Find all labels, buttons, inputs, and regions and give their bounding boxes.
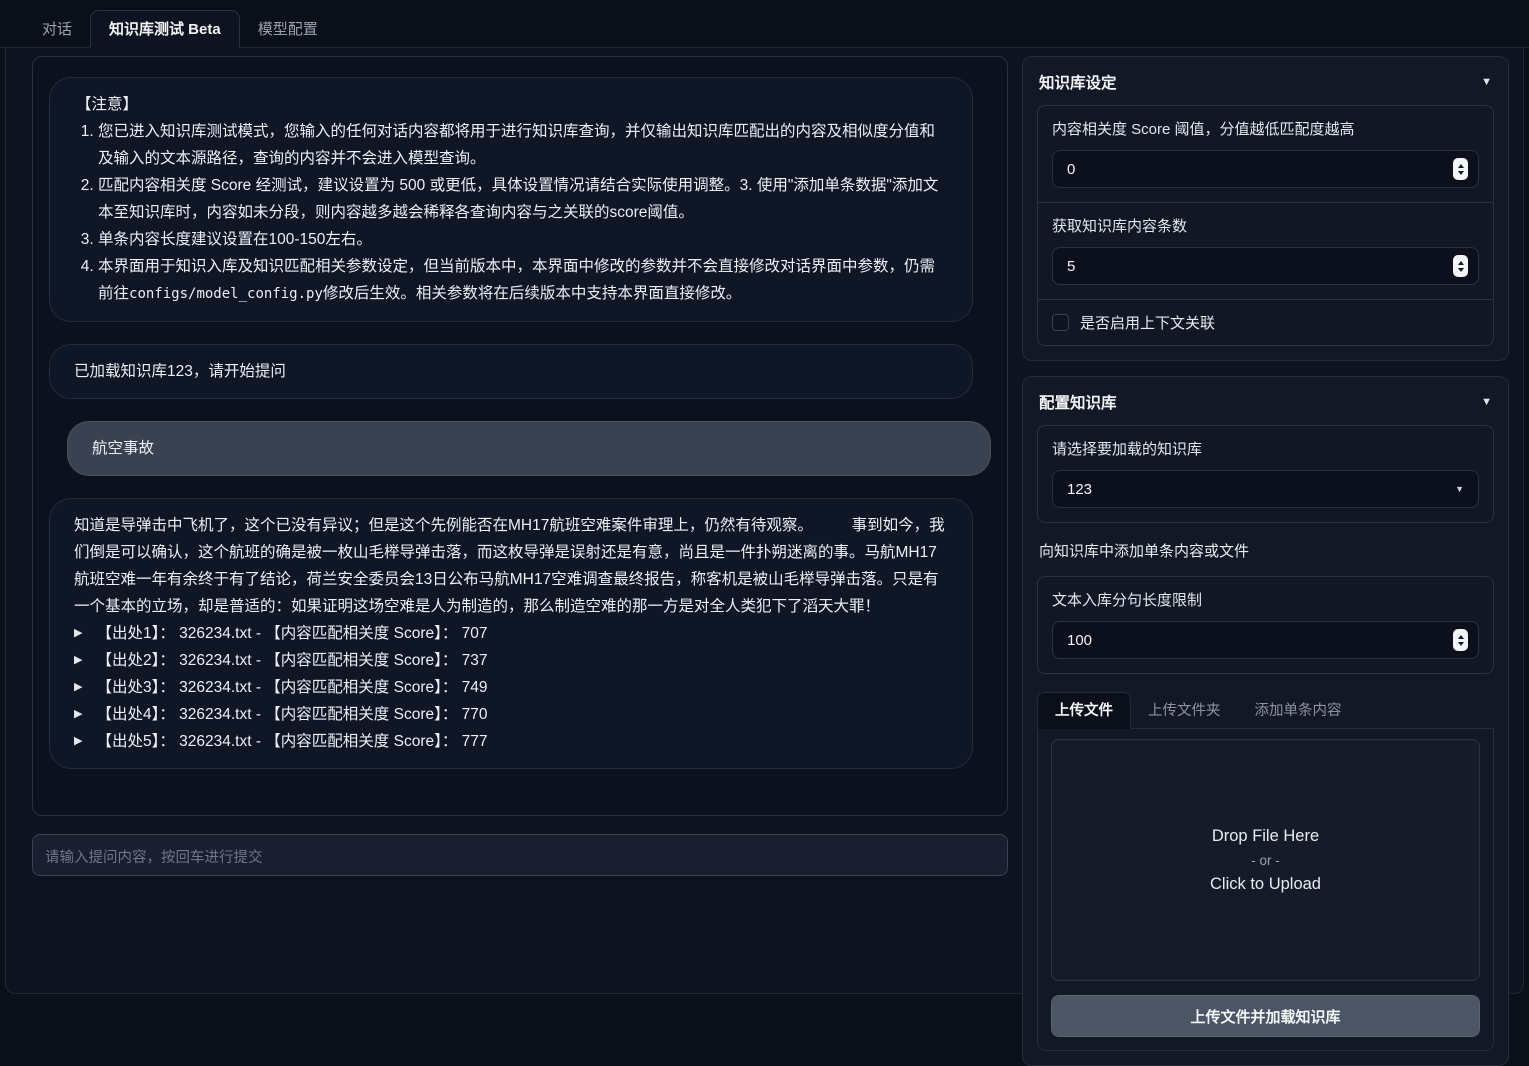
source-text: 【出处5】： 326234.txt - 【内容匹配相关度 Score】： 777 bbox=[96, 728, 487, 755]
source-text: 【出处2】： 326234.txt - 【内容匹配相关度 Score】： 737 bbox=[96, 647, 487, 674]
source-item[interactable]: ▶ 【出处2】： 326234.txt - 【内容匹配相关度 Score】： 7… bbox=[74, 647, 948, 674]
context-checkbox[interactable] bbox=[1052, 314, 1069, 331]
number-spinner-icon[interactable] bbox=[1453, 158, 1468, 180]
kb-select-value: 123 bbox=[1067, 481, 1092, 498]
source-item[interactable]: ▶ 【出处3】： 326234.txt - 【内容匹配相关度 Score】： 7… bbox=[74, 674, 948, 701]
main-tab-bar: 对话 知识库测试 Beta 模型配置 bbox=[0, 0, 1529, 48]
source-item[interactable]: ▶ 【出处1】： 326234.txt - 【内容匹配相关度 Score】： 7… bbox=[74, 620, 948, 647]
chat-input-row bbox=[32, 834, 1008, 876]
upload-and-load-kb-button[interactable]: 上传文件并加载知识库 bbox=[1051, 995, 1480, 1037]
kb-select-label: 请选择要加载的知识库 bbox=[1052, 438, 1479, 459]
upload-file-panel: Drop File Here - or - Click to Upload 上传… bbox=[1037, 729, 1494, 1051]
app-window: 对话 知识库测试 Beta 模型配置 【注意】 您已进入知识库测试模式，您输入的… bbox=[0, 0, 1529, 1004]
chat-input[interactable] bbox=[32, 834, 1008, 876]
notice-item: 匹配内容相关度 Score 经测试，建议设置为 500 或更低，具体设置情况请结… bbox=[98, 172, 948, 226]
upload-tab-bar: 上传文件 上传文件夹 添加单条内容 bbox=[1037, 692, 1494, 729]
kb-config-accordion-header[interactable]: 配置知识库 ▼ bbox=[1037, 388, 1494, 425]
tab-upload-folder[interactable]: 上传文件夹 bbox=[1131, 693, 1238, 728]
number-spinner-icon[interactable] bbox=[1453, 629, 1468, 651]
kb-test-panel: 【注意】 您已进入知识库测试模式，您输入的任何对话内容都将用于进行知识库查询，并… bbox=[5, 48, 1524, 994]
score-threshold-value: 0 bbox=[1067, 161, 1075, 178]
add-content-hint: 向知识库中添加单条内容或文件 bbox=[1039, 540, 1492, 561]
expand-triangle-icon: ▶ bbox=[74, 728, 82, 755]
kb-settings-group: 内容相关度 Score 阈值，分值越低匹配度越高 0 获取知识库内容条数 5 bbox=[1037, 105, 1494, 346]
context-checkbox-row: 是否启用上下文关联 bbox=[1038, 299, 1493, 345]
notice-message: 【注意】 您已进入知识库测试模式，您输入的任何对话内容都将用于进行知识库查询，并… bbox=[49, 77, 973, 322]
click-to-upload-text: Click to Upload bbox=[1210, 875, 1321, 894]
drop-file-text: Drop File Here bbox=[1212, 827, 1319, 846]
settings-column: 知识库设定 ▼ 内容相关度 Score 阈值，分值越低匹配度越高 0 获取知识库… bbox=[1022, 56, 1509, 969]
expand-triangle-icon: ▶ bbox=[74, 647, 82, 674]
tab-kb-test[interactable]: 知识库测试 Beta bbox=[90, 10, 240, 48]
kb-select-section: 请选择要加载的知识库 123 ▼ bbox=[1038, 426, 1493, 522]
chat-column: 【注意】 您已进入知识库测试模式，您输入的任何对话内容都将用于进行知识库查询，并… bbox=[32, 56, 1008, 969]
source-text: 【出处1】： 326234.txt - 【内容匹配相关度 Score】： 707 bbox=[96, 620, 487, 647]
accordion-title: 知识库设定 bbox=[1039, 71, 1117, 93]
tab-chat[interactable]: 对话 bbox=[24, 11, 90, 47]
chevron-down-icon: ▼ bbox=[1481, 396, 1492, 408]
user-message: 航空事故 bbox=[67, 421, 991, 476]
accordion-title: 配置知识库 bbox=[1039, 391, 1117, 413]
tab-upload-file[interactable]: 上传文件 bbox=[1037, 692, 1131, 729]
notice-item: 您已进入知识库测试模式，您输入的任何对话内容都将用于进行知识库查询，并仅输出知识… bbox=[98, 118, 948, 172]
score-threshold-input[interactable]: 0 bbox=[1052, 150, 1479, 188]
kb-settings-accordion-header[interactable]: 知识库设定 ▼ bbox=[1037, 68, 1494, 105]
notice-item: 单条内容长度建议设置在100-150左右。 bbox=[98, 226, 948, 253]
source-item[interactable]: ▶ 【出处5】： 326234.txt - 【内容匹配相关度 Score】： 7… bbox=[74, 728, 948, 755]
tab-add-single-content[interactable]: 添加单条内容 bbox=[1238, 693, 1359, 728]
tab-model-config[interactable]: 模型配置 bbox=[240, 11, 336, 47]
notice-item-code: configs/model_config.py bbox=[129, 286, 323, 302]
segment-length-section: 文本入库分句长度限制 100 bbox=[1038, 577, 1493, 673]
notice-list: 您已进入知识库测试模式，您输入的任何对话内容都将用于进行知识库查询，并仅输出知识… bbox=[74, 118, 948, 308]
segment-length-value: 100 bbox=[1067, 632, 1092, 649]
bot-message-answer: 知道是导弹击中飞机了，这个已没有异议；但是这个先例能否在MH17航班空难案件审理… bbox=[49, 498, 973, 769]
notice-item: 本界面用于知识入库及知识匹配相关参数设定，但当前版本中，本界面中修改的参数并不会… bbox=[98, 253, 948, 308]
source-text: 【出处4】： 326234.txt - 【内容匹配相关度 Score】： 770 bbox=[96, 701, 487, 728]
topk-input[interactable]: 5 bbox=[1052, 247, 1479, 285]
file-drop-zone[interactable]: Drop File Here - or - Click to Upload bbox=[1051, 739, 1480, 981]
segment-length-group: 文本入库分句长度限制 100 bbox=[1037, 576, 1494, 674]
expand-triangle-icon: ▶ bbox=[74, 620, 82, 647]
kb-settings-accordion: 知识库设定 ▼ 内容相关度 Score 阈值，分值越低匹配度越高 0 获取知识库… bbox=[1022, 56, 1509, 361]
drop-or-text: - or - bbox=[1251, 853, 1280, 868]
score-threshold-label: 内容相关度 Score 阈值，分值越低匹配度越高 bbox=[1052, 118, 1479, 139]
topk-section: 获取知识库内容条数 5 bbox=[1038, 202, 1493, 299]
kb-config-accordion: 配置知识库 ▼ 请选择要加载的知识库 123 ▼ 向知识库中添加单条内容或文件 bbox=[1022, 376, 1509, 1066]
expand-triangle-icon: ▶ bbox=[74, 674, 82, 701]
context-checkbox-label: 是否启用上下文关联 bbox=[1080, 312, 1215, 333]
source-item[interactable]: ▶ 【出处4】： 326234.txt - 【内容匹配相关度 Score】： 7… bbox=[74, 701, 948, 728]
chevron-down-icon: ▼ bbox=[1481, 76, 1492, 88]
segment-length-input[interactable]: 100 bbox=[1052, 621, 1479, 659]
source-text: 【出处3】： 326234.txt - 【内容匹配相关度 Score】： 749 bbox=[96, 674, 487, 701]
chatbot-area: 【注意】 您已进入知识库测试模式，您输入的任何对话内容都将用于进行知识库查询，并… bbox=[32, 56, 1008, 816]
kb-select-group: 请选择要加载的知识库 123 ▼ bbox=[1037, 425, 1494, 523]
dropdown-caret-icon: ▼ bbox=[1455, 484, 1464, 494]
upload-tabs: 上传文件 上传文件夹 添加单条内容 Drop File Here - or - … bbox=[1037, 692, 1494, 1051]
number-spinner-icon[interactable] bbox=[1453, 255, 1468, 277]
segment-length-label: 文本入库分句长度限制 bbox=[1052, 589, 1479, 610]
bot-message-loaded: 已加载知识库123，请开始提问 bbox=[49, 344, 973, 399]
kb-select-dropdown[interactable]: 123 ▼ bbox=[1052, 470, 1479, 508]
notice-item-text: 修改后生效。相关参数将在后续版本中支持本界面直接修改。 bbox=[323, 285, 742, 302]
answer-text: 知道是导弹击中飞机了，这个已没有异议；但是这个先例能否在MH17航班空难案件审理… bbox=[74, 512, 948, 620]
notice-title: 【注意】 bbox=[76, 91, 948, 118]
topk-label: 获取知识库内容条数 bbox=[1052, 215, 1479, 236]
score-threshold-section: 内容相关度 Score 阈值，分值越低匹配度越高 0 bbox=[1038, 106, 1493, 202]
expand-triangle-icon: ▶ bbox=[74, 701, 82, 728]
topk-value: 5 bbox=[1067, 258, 1075, 275]
